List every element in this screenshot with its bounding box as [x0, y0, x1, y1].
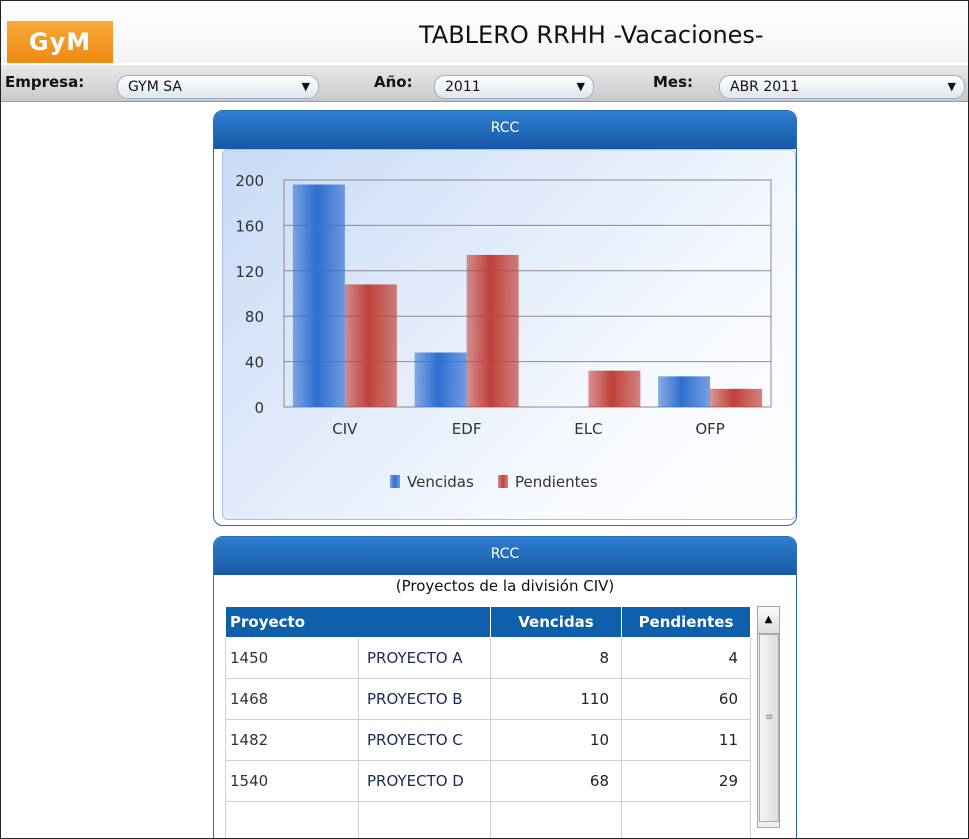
mes-select[interactable]: ABR 2011 ▼ [719, 75, 965, 99]
table-row[interactable]: 1482 PROYECTO C 10 11 [225, 719, 751, 761]
y-tick-label: 120 [235, 263, 264, 281]
chart-area: 0 40 80 120 160 200 CIV EDF ELC OFP Vencidas Pendie… [222, 149, 796, 520]
y-tick-label: 80 [245, 308, 264, 326]
col-vencidas[interactable]: Vencidas [490, 606, 622, 638]
cell-vencidas: 110 [490, 678, 622, 720]
anio-label: Año: [374, 73, 413, 91]
anio-value: 2011 [445, 79, 481, 95]
cell-vencidas: 10 [490, 719, 622, 761]
x-tick-label: OFP [695, 420, 724, 438]
cell-name: PROYECTO A [358, 637, 491, 679]
col-proyecto[interactable]: Proyecto [225, 606, 491, 638]
x-tick-label: CIV [332, 420, 358, 438]
cell-code: 1450 [225, 637, 359, 679]
table-row[interactable]: 1540 PROYECTO D 68 29 [225, 760, 751, 802]
cell-vencidas: 8 [490, 637, 622, 679]
col-pendientes[interactable]: Pendientes [621, 606, 751, 638]
projects-table: Proyecto Vencidas Pendientes 1450 PROYEC… [225, 606, 751, 838]
table-panel: RCC (Proyectos de la división CIV) Proye… [213, 536, 797, 838]
cell-pendientes: 4 [621, 637, 751, 679]
bar-pendientes-civ [344, 284, 397, 407]
bar-vencidas-ofp [658, 376, 711, 407]
cell-code: 1468 [225, 678, 359, 720]
chart-panel: RCC 0 40 80 120 160 200 CIV EDF ELC OFP Vencidas Pe… [213, 110, 797, 526]
cell-code: 1540 [225, 760, 359, 802]
cell-empty [490, 801, 622, 838]
logo: GyM [7, 21, 113, 63]
table-scrollbar[interactable]: ▲ ≡ [757, 606, 780, 828]
y-tick-label: 40 [245, 354, 264, 372]
y-tick-label: 200 [235, 172, 264, 190]
x-tick-label: ELC [574, 420, 602, 438]
table-subtitle: (Proyectos de la división CIV) [395, 577, 615, 595]
x-tick-label: EDF [452, 420, 482, 438]
bar-vencidas-civ [292, 184, 345, 407]
mes-value: ABR 2011 [730, 79, 799, 95]
cell-pendientes: 11 [621, 719, 751, 761]
filter-bar: Empresa: GYM SA ▼ Año: 2011 ▼ Mes: ABR 2… [1, 65, 968, 102]
empresa-value: GYM SA [128, 79, 182, 95]
cell-empty [358, 801, 491, 838]
grip-icon: ≡ [765, 712, 774, 723]
table-row-empty [225, 801, 751, 838]
bar-pendientes-ofp [710, 388, 763, 407]
scroll-up-arrow-icon[interactable]: ▲ [758, 607, 779, 634]
cell-empty [225, 801, 359, 838]
empresa-label: Empresa: [5, 73, 85, 91]
cell-name: PROYECTO D [358, 760, 491, 802]
table-header-row: Proyecto Vencidas Pendientes [225, 606, 751, 638]
legend-label-vencidas: Vencidas [407, 473, 474, 491]
cell-name: PROYECTO C [358, 719, 491, 761]
table-row[interactable]: 1450 PROYECTO A 8 4 [225, 637, 751, 679]
table-panel-title: RCC [214, 537, 796, 575]
cell-vencidas: 68 [490, 760, 622, 802]
table-row[interactable]: 1468 PROYECTO B 110 60 [225, 678, 751, 720]
empresa-select[interactable]: GYM SA ▼ [117, 75, 319, 99]
chart-panel-title: RCC [214, 111, 796, 149]
app-window: GyM TABLERO RRHH -Vacaciones- Empresa: G… [0, 0, 969, 839]
y-tick-label: 160 [235, 217, 264, 235]
chevron-down-icon: ▼ [576, 80, 585, 93]
bar-vencidas-edf [414, 352, 467, 407]
page-title: TABLERO RRHH -Vacaciones- [419, 21, 764, 49]
chevron-down-icon: ▼ [301, 80, 310, 93]
anio-select[interactable]: 2011 ▼ [434, 75, 594, 99]
cell-code: 1482 [225, 719, 359, 761]
mes-label: Mes: [653, 73, 694, 91]
chevron-down-icon: ▼ [947, 80, 956, 93]
legend-swatch-vencidas [390, 475, 400, 488]
cell-name: PROYECTO B [358, 678, 491, 720]
bar-pendientes-elc [588, 370, 641, 407]
cell-pendientes: 29 [621, 760, 751, 802]
bar-pendientes-edf [466, 254, 519, 407]
legend-label-pendientes: Pendientes [515, 473, 598, 491]
header: GyM TABLERO RRHH -Vacaciones- [1, 1, 968, 63]
cell-pendientes: 60 [621, 678, 751, 720]
bar-chart: 0 40 80 120 160 200 CIV EDF ELC OFP Vencidas Pendie… [235, 172, 772, 491]
cell-empty [621, 801, 751, 838]
scroll-thumb[interactable]: ≡ [759, 634, 779, 822]
y-tick-label: 0 [254, 399, 264, 417]
legend-swatch-pendientes [498, 475, 508, 488]
